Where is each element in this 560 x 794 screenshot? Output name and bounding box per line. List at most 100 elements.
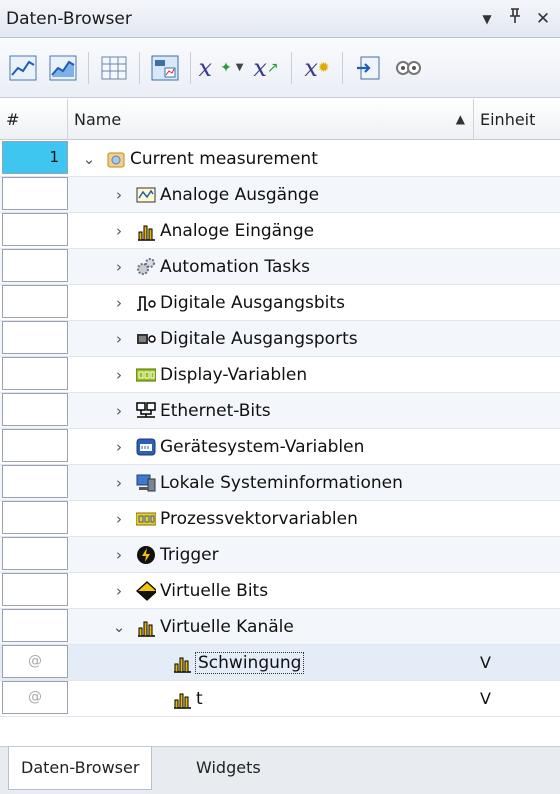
tree-node-group[interactable]: › Display-Variablen [68, 357, 474, 392]
tree-node-group[interactable]: › Gerätesystem-Variablen [68, 429, 474, 464]
column-header-num[interactable]: # [0, 99, 68, 139]
table-icon[interactable] [97, 51, 131, 85]
tree-node-group[interactable]: › Prozessvektorvariablen [68, 501, 474, 536]
toolbar: x ✦ ▼ x ↗ x ✹ [0, 38, 560, 98]
table-row[interactable]: › Lokale Systeminformationen [0, 465, 560, 501]
tree-node-label: Virtuelle Bits [160, 580, 269, 601]
tree-node-group[interactable]: › Trigger [68, 537, 474, 572]
unit-cell[interactable]: V [474, 645, 560, 680]
table-row[interactable]: ⌄ Virtuelle Kanäle [0, 609, 560, 645]
row-number-cell[interactable] [2, 357, 68, 390]
row-number-cell[interactable] [2, 537, 68, 570]
expand-icon[interactable]: › [112, 582, 126, 600]
table-row[interactable]: › Trigger [0, 537, 560, 573]
table-row[interactable]: › Automation Tasks [0, 249, 560, 285]
expand-icon[interactable]: › [112, 222, 126, 240]
expand-icon[interactable]: › [112, 294, 126, 312]
view-icon[interactable] [391, 51, 425, 85]
tree-node-group[interactable]: ⌄ Virtuelle Kanäle [68, 609, 474, 644]
tree-node-channel[interactable]: t [68, 681, 474, 716]
expand-icon[interactable]: › [112, 438, 126, 456]
table-row[interactable]: › Display-Variablen [0, 357, 560, 393]
column-header-unit[interactable]: Einheit [474, 99, 560, 139]
unit-cell [474, 357, 560, 392]
tree-node-group[interactable]: › Analoge Ausgänge [68, 177, 474, 212]
formula-new-icon[interactable]: x ✦ ▼ [199, 51, 244, 85]
table-row[interactable]: › Analoge Ausgänge [0, 177, 560, 213]
tree-node-label: Lokale Systeminformationen [160, 472, 403, 493]
device-system-icon [136, 437, 156, 457]
unit-cell[interactable]: V [474, 681, 560, 716]
row-number-cell[interactable] [2, 285, 68, 318]
display-icon[interactable] [148, 51, 182, 85]
tab-daten-browser[interactable]: Daten-Browser [8, 747, 153, 790]
tab-widgets[interactable]: Widgets [184, 747, 273, 789]
chart-add-icon[interactable] [46, 51, 80, 85]
row-number-cell[interactable] [2, 573, 68, 606]
table-row[interactable]: › Gerätesystem-Variablen [0, 429, 560, 465]
tree-table: 1 ⌄ Current measurement › Analoge Ausgän… [0, 141, 560, 717]
table-row[interactable]: › Virtuelle Bits [0, 573, 560, 609]
virtual-bits-icon [136, 580, 156, 601]
tree-node-group[interactable]: › Digitale Ausgangsports [68, 321, 474, 356]
row-number-cell[interactable] [2, 609, 68, 642]
column-header-name[interactable]: Name ▲ [68, 99, 474, 139]
expand-icon[interactable]: › [112, 474, 126, 492]
collapse-icon[interactable]: ⌄ [112, 618, 126, 636]
expand-icon[interactable]: › [112, 330, 126, 348]
formula-edit-icon[interactable]: x ↗ [249, 51, 283, 85]
expand-icon[interactable]: › [112, 402, 126, 420]
row-number-cell[interactable] [2, 393, 68, 426]
tree-node-channel[interactable]: Schwingung [68, 645, 474, 680]
tree-node-group[interactable]: › Ethernet-Bits [68, 393, 474, 428]
unit-cell [474, 609, 560, 644]
unit-cell [474, 393, 560, 428]
row-number-cell[interactable]: 1 [2, 141, 68, 174]
tree-node-group[interactable]: › Virtuelle Bits [68, 573, 474, 608]
collapse-icon[interactable]: ⌄ [82, 150, 96, 168]
row-number-cell[interactable] [2, 321, 68, 354]
row-number-cell[interactable] [2, 213, 68, 246]
tree-node-group[interactable]: › Lokale Systeminformationen [68, 465, 474, 500]
table-row[interactable]: › Prozessvektorvariablen [0, 501, 560, 537]
expand-icon[interactable]: › [112, 510, 126, 528]
row-number-cell[interactable] [2, 465, 68, 498]
tree-node-label: Analoge Eingänge [160, 220, 315, 241]
row-number-cell[interactable] [2, 429, 68, 462]
table-row[interactable]: 1 ⌄ Current measurement [0, 141, 560, 177]
tree-node-label: Virtuelle Kanäle [160, 616, 294, 637]
row-number-cell[interactable]: @ [2, 645, 68, 678]
window-menu-dropdown-icon[interactable]: ▼ [476, 12, 498, 26]
table-row[interactable]: › Digitale Ausgangsports [0, 321, 560, 357]
expand-icon[interactable]: › [112, 366, 126, 384]
table-row[interactable]: › Analoge Eingänge [0, 213, 560, 249]
row-number-cell[interactable]: @ [2, 681, 68, 714]
bottom-tab-bar: Daten-Browser Widgets [0, 746, 560, 794]
formula-variable-icon[interactable]: x ✹ [300, 51, 334, 85]
expand-icon[interactable]: › [112, 546, 126, 564]
expand-icon[interactable]: › [112, 186, 126, 204]
unit-cell [474, 429, 560, 464]
tree-node-group[interactable]: › Automation Tasks [68, 249, 474, 284]
formula-dropdown-icon[interactable]: ▼ [236, 62, 244, 73]
tree-node-label: Digitale Ausgangsports [160, 328, 358, 349]
chart-icon[interactable] [6, 51, 40, 85]
import-icon[interactable] [351, 51, 385, 85]
expand-icon[interactable]: › [112, 258, 126, 276]
row-number-cell[interactable] [2, 177, 68, 210]
tree-node-group[interactable]: › Analoge Eingänge [68, 213, 474, 248]
tree-node-label: Analoge Ausgänge [160, 184, 320, 205]
close-icon[interactable]: ✕ [532, 9, 554, 29]
table-row[interactable]: › Digitale Ausgangsbits [0, 285, 560, 321]
table-row[interactable]: @ Schwingung V [0, 645, 560, 681]
tree-node-label: Current measurement [130, 148, 318, 169]
row-number-cell[interactable] [2, 249, 68, 282]
column-header: # Name ▲ Einheit [0, 99, 560, 140]
table-row[interactable]: @ t V [0, 681, 560, 717]
row-number-cell[interactable] [2, 501, 68, 534]
pin-icon[interactable] [504, 8, 526, 29]
tree-node-root[interactable]: ⌄ Current measurement [68, 141, 474, 176]
toolbar-separator [139, 51, 140, 84]
tree-node-group[interactable]: › Digitale Ausgangsbits [68, 285, 474, 320]
table-row[interactable]: › Ethernet-Bits [0, 393, 560, 429]
